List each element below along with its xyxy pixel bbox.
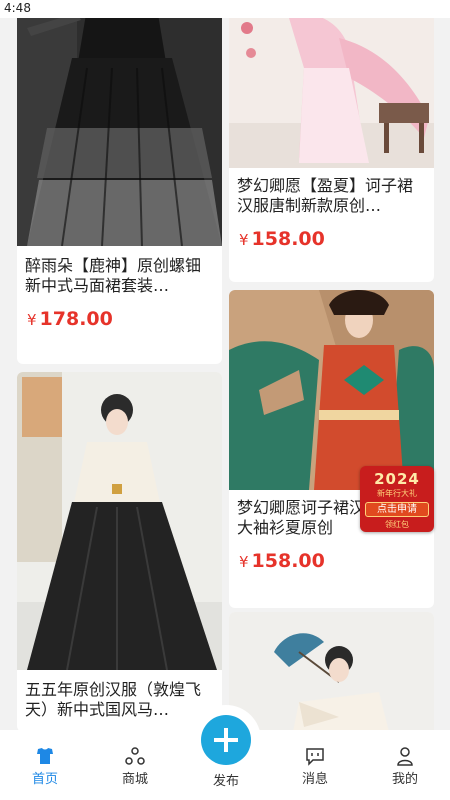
price-currency: ¥ — [239, 231, 249, 249]
product-image[interactable] — [17, 372, 222, 670]
product-title[interactable]: 梦幻卿愿【盈夏】诃子裙汉服唐制新款原创… — [237, 176, 426, 216]
product-price: ¥158.00 — [239, 228, 325, 250]
price-value: 158.00 — [251, 228, 325, 250]
product-image[interactable] — [229, 612, 434, 730]
tab-home[interactable]: 首页 — [15, 746, 75, 787]
plus-icon — [214, 728, 238, 752]
home-icon — [37, 748, 53, 764]
product-image[interactable] — [229, 18, 434, 168]
tab-label: 我的 — [391, 772, 418, 787]
tab-mine[interactable]: 我的 — [375, 746, 435, 787]
price-currency: ¥ — [239, 553, 249, 571]
product-image[interactable] — [17, 18, 222, 246]
product-price: ¥178.00 — [27, 308, 113, 330]
product-title[interactable]: 五五年原创汉服（敦煌飞天）新中式国风马… — [25, 680, 214, 720]
product-card[interactable]: 五五年原创汉服（敦煌飞天）新中式国风马… — [17, 372, 222, 730]
product-price: ¥158.00 — [239, 550, 325, 572]
promo-cta[interactable]: 点击申请 — [365, 502, 429, 517]
profile-icon — [397, 747, 413, 766]
promo-year: 2024 — [374, 470, 420, 488]
promo-subtitle: 新年行大礼 — [377, 489, 417, 498]
price-currency: ¥ — [27, 311, 37, 329]
price-value: 158.00 — [251, 550, 325, 572]
price-value: 178.00 — [39, 308, 113, 330]
tab-label: 消息 — [301, 772, 328, 787]
tab-messages[interactable]: 消息 — [285, 746, 345, 787]
tab-label: 首页 — [31, 772, 58, 787]
product-card[interactable]: 梦幻卿愿诃子裙汉服唐制大袖衫夏原创 ¥158.00 — [229, 290, 434, 608]
status-time: 4:48 — [4, 1, 31, 15]
product-grid[interactable]: 醉雨朵【鹿神】原创螺钿新中式马面裙套装… ¥178.00 梦幻卿愿【盈夏】诃子裙… — [0, 18, 450, 730]
promo-cta2: 领红包 — [385, 520, 409, 529]
product-card[interactable]: 梦幻卿愿【盈夏】诃子裙汉服唐制新款原创… ¥158.00 — [229, 18, 434, 282]
status-bar: 4:48 — [0, 0, 450, 18]
promo-badge[interactable]: 2024 新年行大礼 点击申请 领红包 — [360, 466, 434, 532]
product-image[interactable] — [229, 290, 434, 490]
mall-icon — [125, 747, 145, 765]
tab-mall[interactable]: 商城 — [105, 746, 165, 787]
publish-label[interactable]: 发布 — [196, 770, 256, 789]
publish-button[interactable] — [201, 715, 251, 765]
product-card[interactable]: 醉雨朵【鹿神】原创螺钿新中式马面裙套装… ¥178.00 — [17, 18, 222, 364]
product-title[interactable]: 醉雨朵【鹿神】原创螺钿新中式马面裙套装… — [25, 256, 214, 296]
message-icon — [306, 748, 324, 766]
product-card[interactable] — [229, 612, 434, 730]
tab-label: 商城 — [121, 772, 148, 787]
